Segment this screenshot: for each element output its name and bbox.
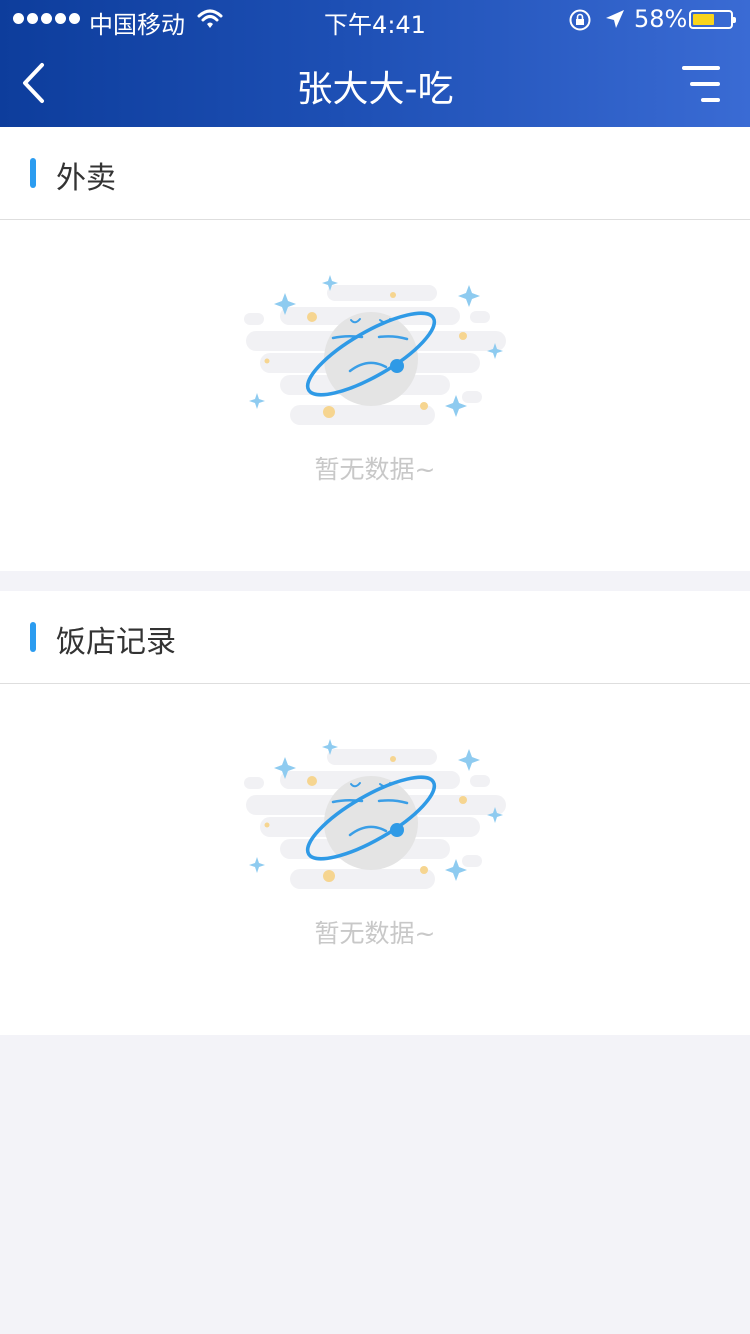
section-header: 外卖 — [0, 127, 750, 220]
status-bar: 中国移动 下午4:41 58% — [0, 0, 750, 40]
top-bar: 中国移动 下午4:41 58% 张大大-吃 — [0, 0, 750, 127]
rotation-lock-icon — [568, 8, 592, 38]
page-title: 张大大-吃 — [296, 69, 454, 110]
battery-percent: 58% — [634, 5, 688, 33]
section-title: 饭店记录 — [56, 625, 176, 660]
section-title: 外卖 — [56, 161, 116, 196]
empty-state-text: 暂无数据~ — [314, 919, 436, 948]
filter-menu-icon — [682, 66, 720, 70]
section-restaurant-records: 饭店记录 暂无数据~ — [0, 591, 750, 1035]
empty-planet-illustration — [242, 275, 508, 427]
empty-state-text: 暂无数据~ — [314, 455, 436, 484]
empty-planet-illustration — [242, 739, 508, 891]
filter-menu-button[interactable] — [679, 64, 723, 106]
section-takeout: 外卖 暂无数据~ — [0, 127, 750, 571]
battery-icon — [689, 10, 736, 29]
battery-level — [693, 14, 714, 25]
section-accent-bar — [30, 622, 36, 652]
location-arrow-icon — [604, 8, 626, 36]
section-header: 饭店记录 — [0, 591, 750, 684]
section-accent-bar — [30, 158, 36, 188]
